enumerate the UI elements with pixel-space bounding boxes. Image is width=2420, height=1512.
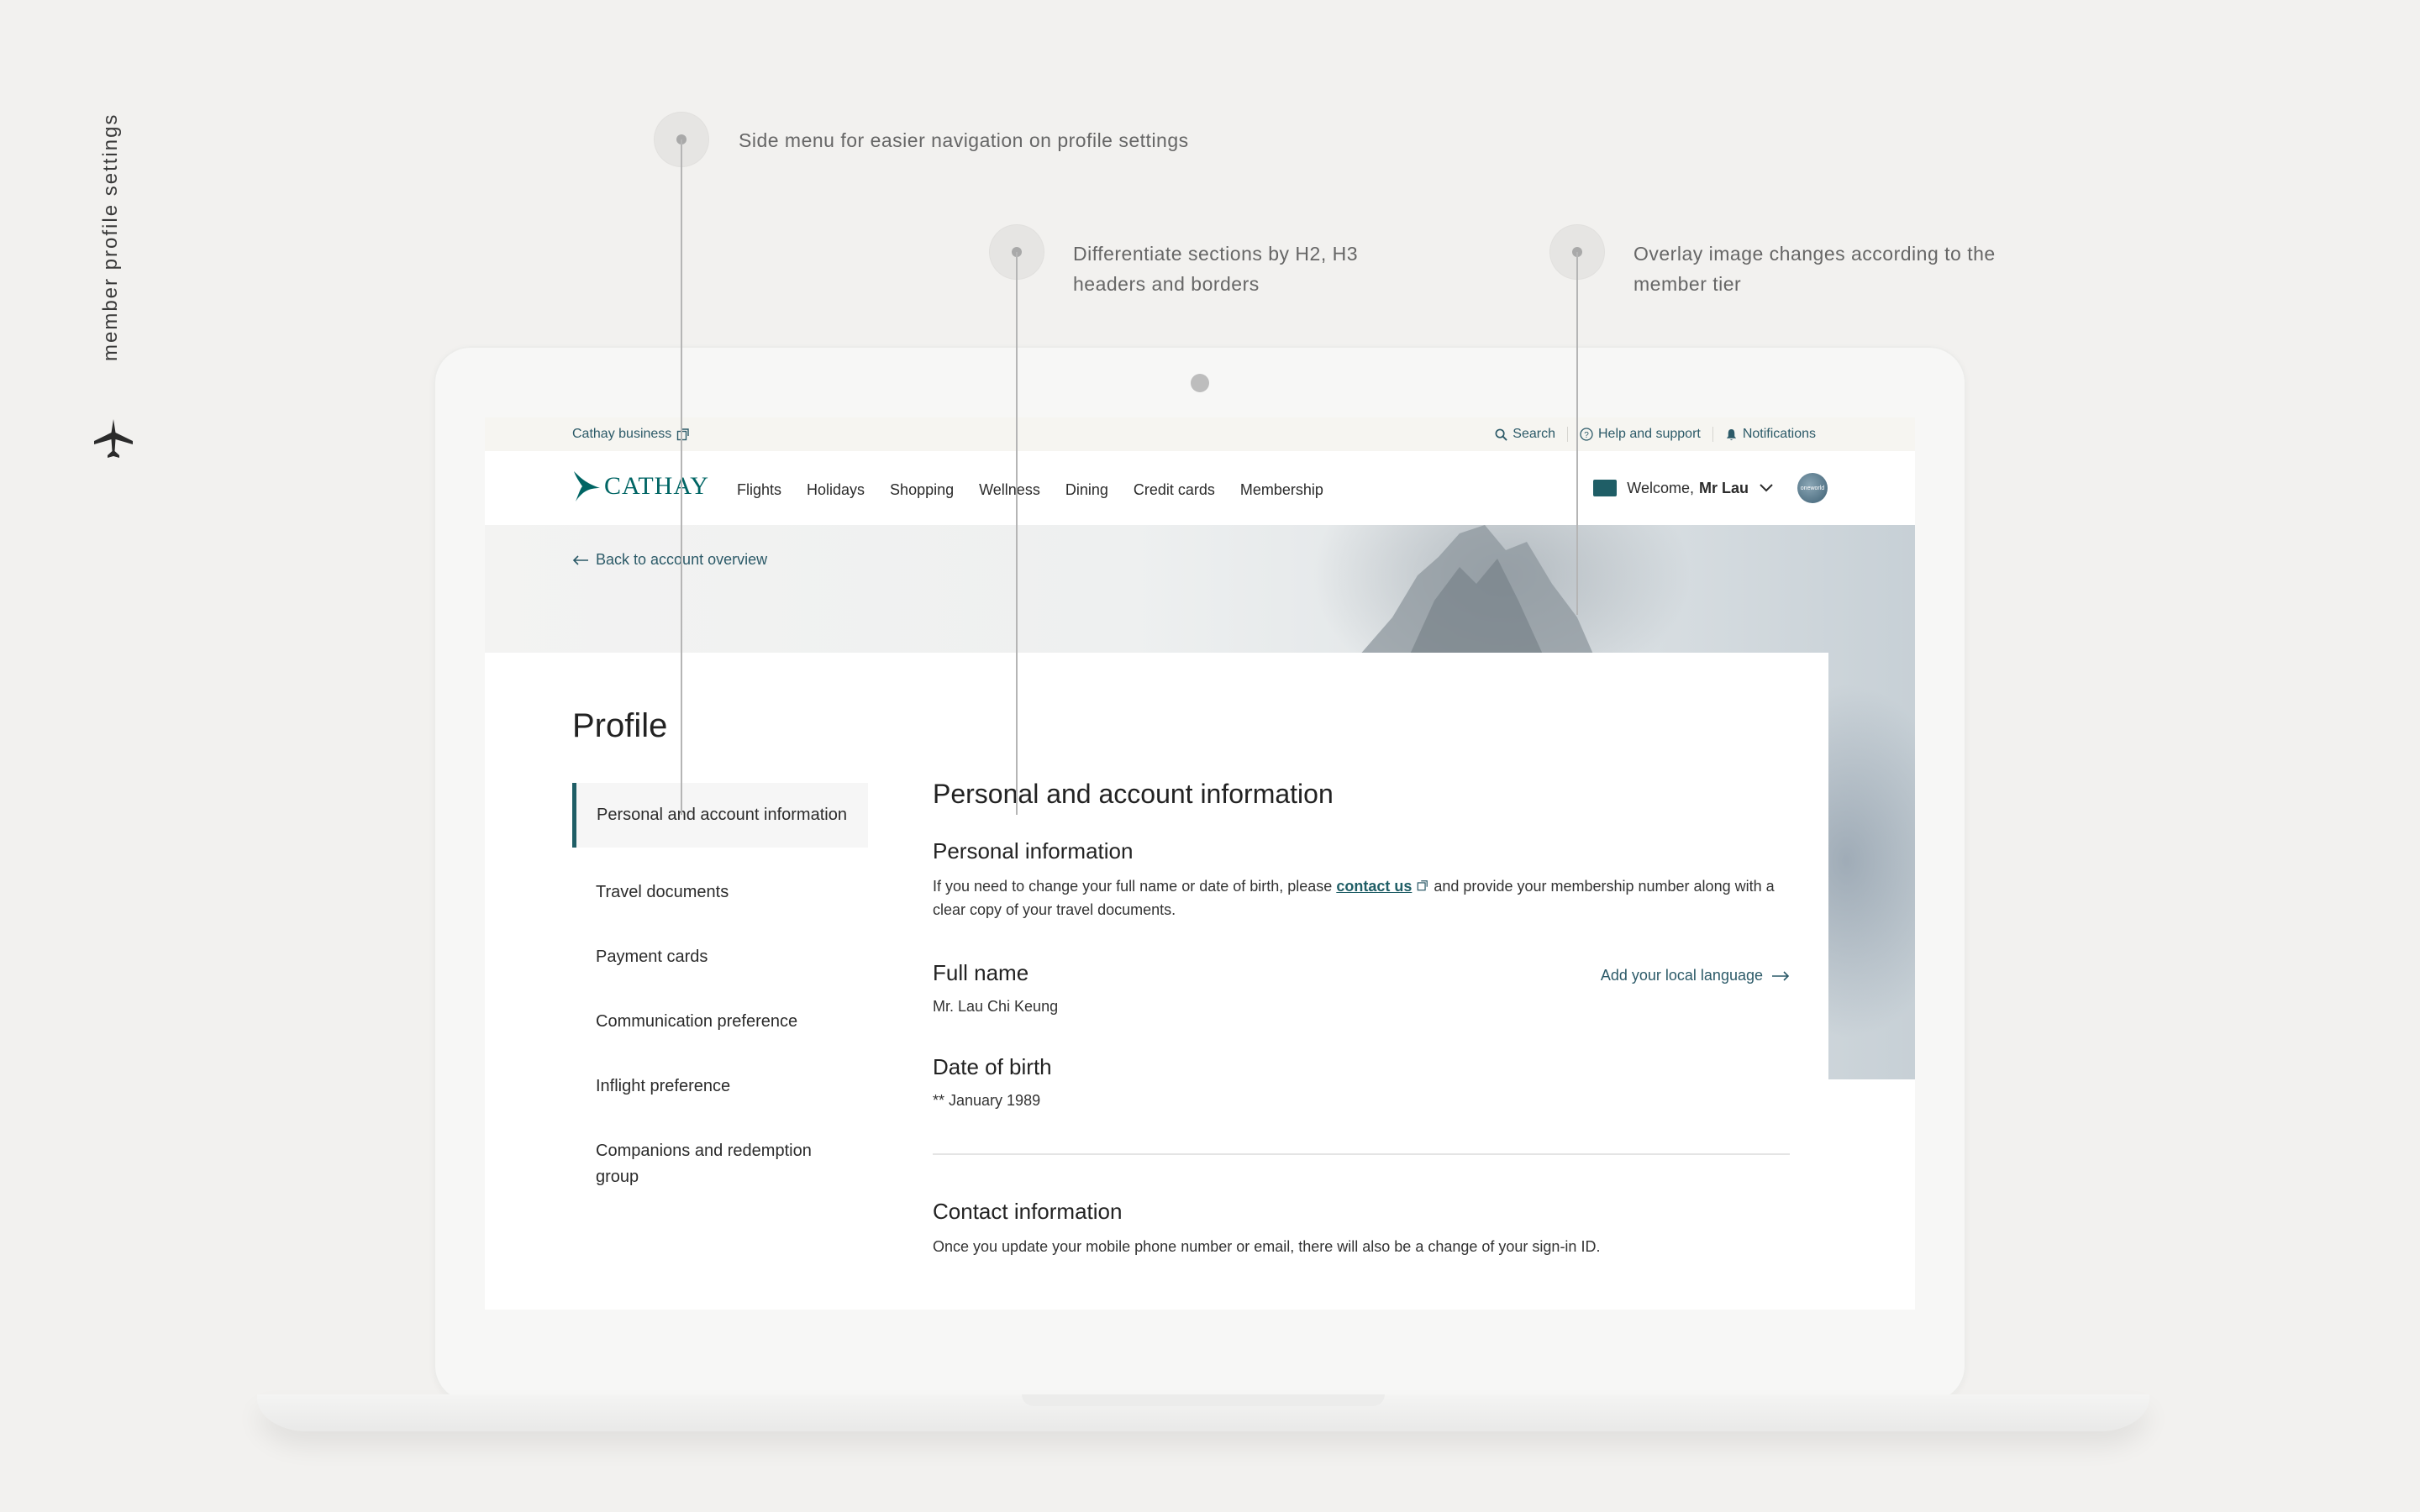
arrow-right-icon <box>1772 970 1790 981</box>
personal-info-heading: Personal information <box>933 838 1134 864</box>
help-label: Help and support <box>1597 427 1701 441</box>
menu-item-communication[interactable]: Communication preference <box>572 1009 868 1035</box>
external-link-icon <box>1418 880 1428 891</box>
nav-link-holidays[interactable]: Holidays <box>807 481 865 499</box>
avatar[interactable]: oneworld <box>1797 473 1828 503</box>
nav-link-dining[interactable]: Dining <box>1065 481 1108 499</box>
full-name-row: Full name Add your local language <box>933 960 1790 986</box>
laptop-camera <box>1191 374 1209 392</box>
menu-item-inflight[interactable]: Inflight preference <box>572 1074 868 1100</box>
arrow-left-icon <box>572 554 588 565</box>
menu-item-personal-account[interactable]: Personal and account information <box>572 783 868 848</box>
laptop-notch <box>1022 1394 1385 1406</box>
help-icon: ? <box>1580 428 1593 441</box>
welcome-prefix: Welcome, <box>1627 479 1694 496</box>
nav-link-wellness[interactable]: Wellness <box>979 481 1040 499</box>
add-local-language-link[interactable]: Add your local language <box>1601 967 1790 984</box>
profile-main: Personal and account information Persona… <box>933 779 1790 1258</box>
svg-text:?: ? <box>1584 431 1589 440</box>
dob-value: ** January 1989 <box>933 1092 1041 1109</box>
cathay-logo[interactable]: CATHAY <box>572 470 709 503</box>
nav-link-shopping[interactable]: Shopping <box>890 481 954 499</box>
cathay-business-link[interactable]: Cathay business <box>572 427 690 442</box>
nav-link-credit-cards[interactable]: Credit cards <box>1134 481 1215 499</box>
avatar-badge-text: oneworld <box>1800 485 1825 491</box>
section-divider <box>933 1153 1790 1155</box>
brushwing-logo-icon <box>574 471 600 501</box>
main-nav: CATHAY Flights Holidays Shopping Wellnes… <box>485 451 1915 526</box>
callout-text-menu: Side menu for easier navigation on profi… <box>739 129 1189 151</box>
add-local-language-label: Add your local language <box>1600 967 1763 984</box>
nav-link-flights[interactable]: Flights <box>737 481 781 499</box>
side-caption: member profile settings <box>99 113 122 362</box>
personal-info-text: If you need to change your full name or … <box>933 874 1790 921</box>
nav-link-membership[interactable]: Membership <box>1240 481 1323 499</box>
contact-info-heading: Contact information <box>933 1199 1123 1224</box>
user-menu[interactable]: Welcome, Mr Lau oneworld <box>1593 473 1828 503</box>
profile-card: Profile Personal and account information… <box>485 653 1828 1310</box>
search-link[interactable]: Search <box>1483 427 1567 442</box>
screen: Cathay business Search ? Help and suppor… <box>485 417 1915 1310</box>
external-link-icon <box>677 428 689 441</box>
contact-us-link[interactable]: contact us <box>1336 878 1412 895</box>
callout-line-menu <box>681 139 682 815</box>
menu-item-travel-documents[interactable]: Travel documents <box>572 879 868 906</box>
utility-actions: Search ? Help and support Notifications <box>1483 427 1828 442</box>
personal-text-before: If you need to change your full name or … <box>933 878 1333 895</box>
help-link[interactable]: ? Help and support <box>1568 427 1712 442</box>
nav-links: Flights Holidays Shopping Wellness Dinin… <box>737 481 1323 499</box>
dob-label: Date of birth <box>933 1054 1052 1079</box>
contact-info-text: Once you update your mobile phone number… <box>933 1238 1601 1255</box>
bell-icon <box>1726 428 1736 440</box>
search-label: Search <box>1512 427 1555 441</box>
page-title: Profile <box>572 707 668 744</box>
utility-bar: Cathay business Search ? Help and suppor… <box>485 417 1915 451</box>
menu-item-payment-cards[interactable]: Payment cards <box>572 944 868 970</box>
logo-text: CATHAY <box>604 472 709 500</box>
cathay-business-label: Cathay business <box>572 427 672 441</box>
full-name-value: Mr. Lau Chi Keung <box>933 998 1059 1015</box>
search-icon <box>1495 428 1508 441</box>
profile-side-menu: Personal and account information Travel … <box>572 783 868 1229</box>
menu-item-companions[interactable]: Companions and redemption group <box>572 1138 868 1190</box>
notifications-label: Notifications <box>1742 427 1816 441</box>
back-to-account-link[interactable]: Back to account overview <box>572 551 767 569</box>
section-title: Personal and account information <box>933 779 1334 809</box>
notifications-link[interactable]: Notifications <box>1713 427 1828 442</box>
callout-line-headers <box>1016 252 1018 815</box>
callout-line-overlay <box>1576 252 1578 615</box>
callout-text-overlay: Overlay image changes according to the m… <box>1634 243 1996 295</box>
user-name: Mr Lau <box>1698 479 1749 496</box>
callout-text-headers: Differentiate sections by H2, H3 headers… <box>1073 243 1359 295</box>
plane-icon <box>94 419 133 458</box>
membership-card-icon <box>1593 480 1618 496</box>
mountain-image <box>1359 525 1594 656</box>
full-name-label: Full name <box>933 960 1029 985</box>
chevron-down-icon <box>1760 484 1773 492</box>
